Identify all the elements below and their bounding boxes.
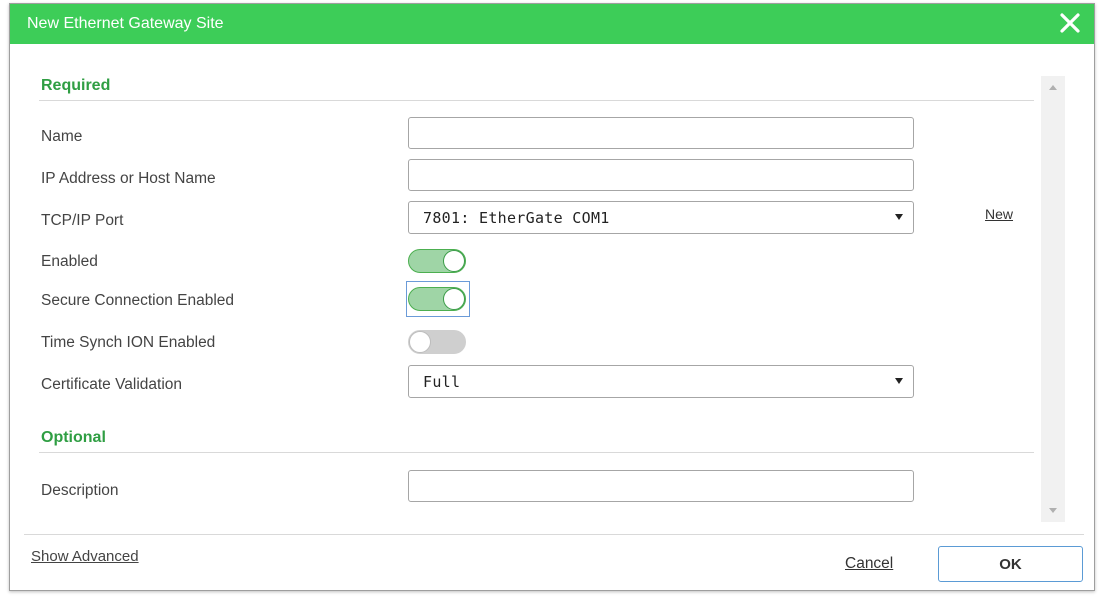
certificate-validation-label: Certificate Validation	[41, 376, 183, 393]
toggle-knob	[443, 288, 465, 310]
optional-section-divider	[39, 452, 1034, 453]
enabled-label: Enabled	[41, 253, 98, 270]
toggle-knob	[409, 331, 431, 353]
certificate-validation-select[interactable]: Full	[408, 365, 914, 398]
new-site-dialog: New Ethernet Gateway Site Required Name …	[9, 3, 1095, 591]
scrollbar[interactable]	[1041, 76, 1065, 522]
time-synch-toggle[interactable]	[408, 330, 466, 354]
tcp-ip-port-select[interactable]: 7801: EtherGate COM1	[408, 201, 914, 234]
ok-button[interactable]: OK	[938, 546, 1083, 582]
time-synch-label: Time Synch ION Enabled	[41, 334, 216, 351]
name-input[interactable]	[408, 117, 914, 149]
dropdown-arrow-icon	[895, 214, 903, 220]
scroll-down-arrow-icon[interactable]	[1049, 508, 1057, 513]
close-icon[interactable]	[1056, 9, 1084, 37]
optional-section-title: Optional	[41, 429, 106, 446]
secure-connection-toggle[interactable]	[408, 287, 466, 311]
enabled-toggle[interactable]	[408, 249, 466, 273]
dialog-titlebar: New Ethernet Gateway Site	[10, 4, 1094, 44]
name-label: Name	[41, 128, 83, 145]
toggle-knob	[443, 250, 465, 272]
required-section-divider	[39, 100, 1034, 101]
secure-connection-label: Secure Connection Enabled	[41, 292, 235, 309]
tcp-ip-port-value: 7801: EtherGate COM1	[423, 209, 610, 227]
new-port-link[interactable]: New	[985, 206, 1013, 222]
show-advanced-link[interactable]: Show Advanced	[31, 548, 139, 565]
cancel-button[interactable]: Cancel	[845, 555, 893, 573]
footer-divider	[24, 534, 1084, 535]
dialog-title: New Ethernet Gateway Site	[27, 15, 224, 32]
dropdown-arrow-icon	[895, 378, 903, 384]
ip-address-input[interactable]	[408, 159, 914, 191]
scroll-up-arrow-icon[interactable]	[1049, 85, 1057, 90]
ip-address-label: IP Address or Host Name	[41, 170, 216, 187]
description-label: Description	[41, 482, 119, 499]
description-input[interactable]	[408, 470, 914, 502]
required-section-title: Required	[41, 77, 111, 94]
tcp-ip-port-label: TCP/IP Port	[41, 212, 124, 229]
certificate-validation-value: Full	[423, 373, 461, 391]
